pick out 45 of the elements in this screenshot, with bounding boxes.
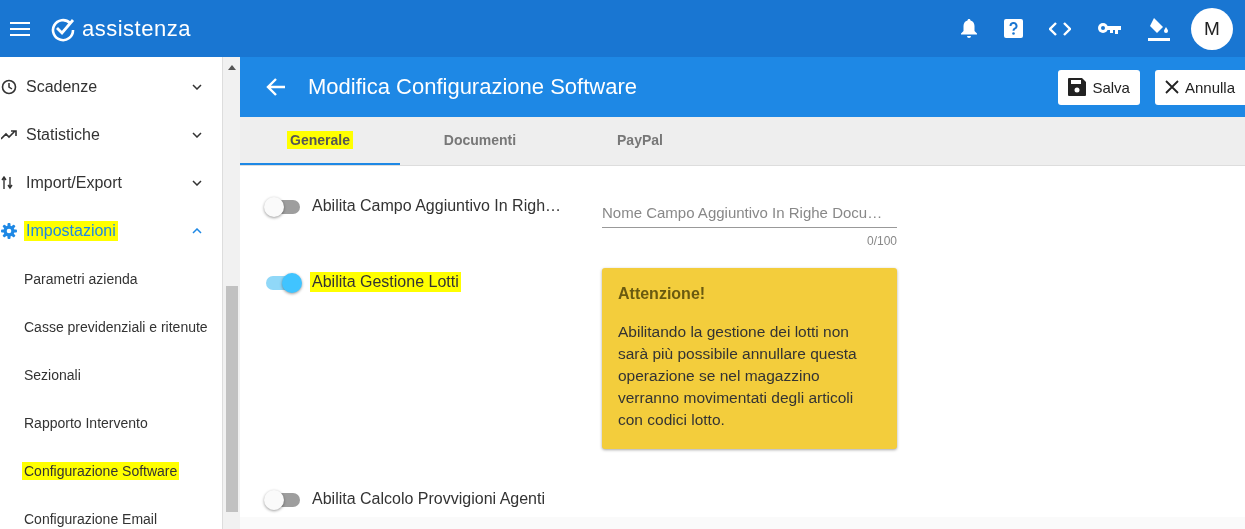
warning-title: Attenzione!: [618, 285, 707, 303]
menu-icon[interactable]: [10, 21, 30, 36]
nav-item[interactable]: Import/Export: [24, 173, 125, 193]
toggle-switch[interactable]: [266, 276, 300, 290]
nav-item[interactable]: Impostazioni: [24, 221, 118, 241]
nav-item[interactable]: Statistiche: [24, 125, 102, 145]
page-title: Modifica Configurazione Software: [308, 74, 637, 100]
save-button[interactable]: Salva: [1058, 69, 1140, 105]
scroll-up-icon[interactable]: [227, 65, 236, 70]
nav-subitem[interactable]: Rapporto Intervento: [22, 414, 150, 432]
toggle-switch[interactable]: [266, 493, 300, 507]
back-arrow-icon[interactable]: [266, 78, 286, 96]
warning-text: Abilitando la gestione dei lotti non sarà più possibile annullare questa operazione se nel magazzino verranno movimentati degli articoli con codici lotto.: [618, 322, 858, 430]
nav-subitem[interactable]: Parametri azienda: [22, 270, 140, 288]
chevron-down-icon[interactable]: [192, 180, 202, 186]
close-icon: [1164, 80, 1179, 94]
toggle-switch[interactable]: [266, 200, 300, 214]
chevron-up-icon[interactable]: [192, 228, 202, 234]
scrollbar[interactable]: [222, 57, 240, 529]
trend-icon: [1, 130, 17, 140]
nav-subitem[interactable]: Sezionali: [22, 366, 83, 384]
nav-subitem[interactable]: Configurazione Software: [22, 462, 180, 480]
char-counter: 0/100: [866, 234, 897, 248]
toggle-label: Abilita Campo Aggiuntivo In Righ…: [311, 196, 563, 216]
tab[interactable]: Documenti: [400, 117, 560, 165]
bell-icon[interactable]: [960, 18, 978, 39]
brand-name: assistenza: [82, 15, 191, 42]
key-icon[interactable]: [1097, 22, 1121, 35]
nav-item[interactable]: Scadenze: [24, 77, 100, 97]
chevron-down-icon[interactable]: [192, 84, 202, 90]
swap-arrows-icon: [1, 176, 13, 190]
code-icon[interactable]: [1049, 21, 1071, 36]
nav-subitem[interactable]: Casse previdenziali e ritenute: [22, 318, 210, 336]
toggle-label: Abilita Gestione Lotti: [310, 272, 461, 292]
toggle-label: Abilita Calcolo Provvigioni Agenti: [311, 489, 546, 509]
paint-bucket-icon[interactable]: [1147, 16, 1171, 41]
scrollbar-thumb[interactable]: [225, 286, 238, 512]
text-field[interactable]: Nome Campo Aggiuntivo In Righe Docu…: [602, 198, 897, 228]
cancel-button[interactable]: Annulla: [1154, 69, 1245, 105]
clock-icon: [1, 79, 17, 95]
tab[interactable]: PayPal: [560, 117, 720, 165]
avatar[interactable]: M: [1191, 7, 1233, 50]
help-icon[interactable]: [1004, 19, 1023, 38]
nav-subitem[interactable]: Configurazione Email: [22, 510, 160, 528]
chevron-down-icon[interactable]: [192, 132, 202, 138]
